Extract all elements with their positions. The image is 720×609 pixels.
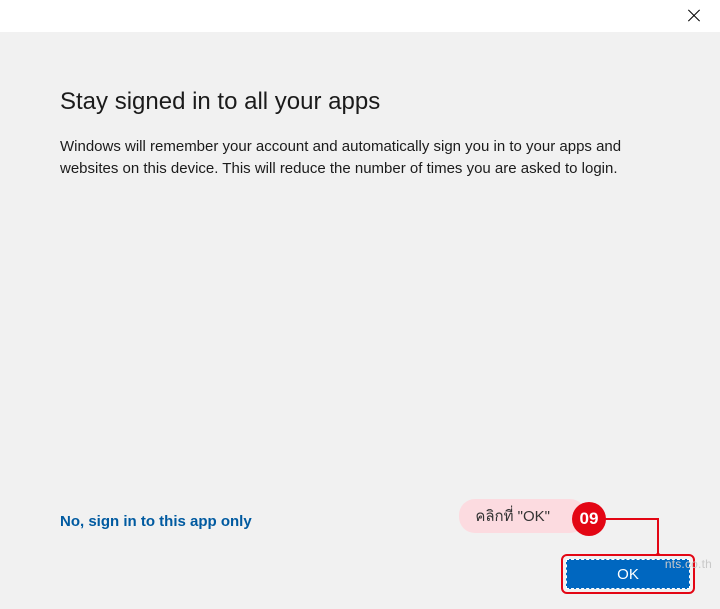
watermark-text: nts.co.th bbox=[665, 557, 712, 571]
sign-in-this-app-only-link[interactable]: No, sign in to this app only bbox=[60, 513, 252, 530]
close-icon[interactable] bbox=[686, 8, 702, 24]
description-text: Windows will remember your account and a… bbox=[60, 136, 660, 180]
annotation-step-badge: 09 bbox=[572, 502, 606, 536]
page-title: Stay signed in to all your apps bbox=[60, 88, 660, 116]
annotation-text: คลิกที่ "OK" bbox=[475, 508, 550, 525]
title-bar bbox=[0, 0, 720, 32]
dialog-body: Stay signed in to all your apps Windows … bbox=[0, 32, 720, 609]
annotation-callout: คลิกที่ "OK" bbox=[459, 499, 586, 533]
